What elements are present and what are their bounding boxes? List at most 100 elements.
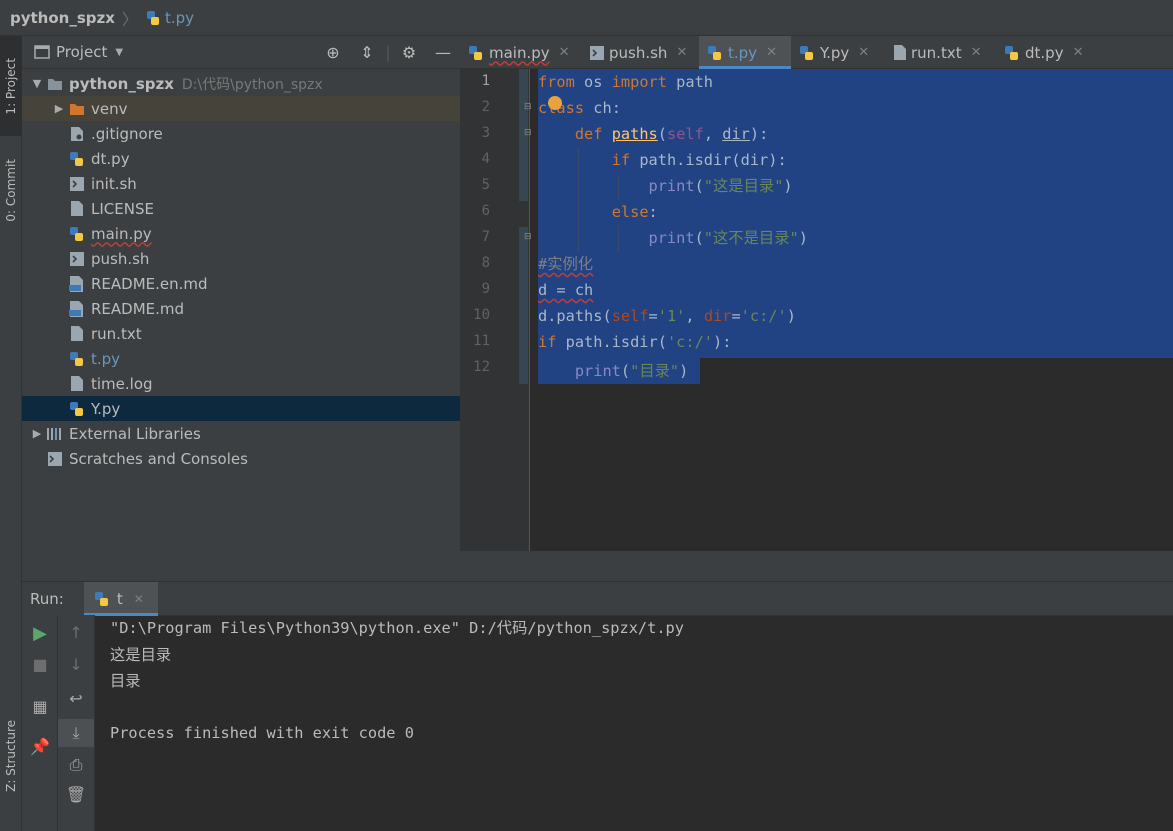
layout-icon[interactable]: ▦ bbox=[22, 697, 58, 716]
code-token: dir bbox=[722, 125, 750, 143]
soft-wrap-icon[interactable]: ↩ bbox=[58, 689, 94, 708]
code-token: ) bbox=[679, 362, 689, 380]
tree-label: push.sh bbox=[91, 249, 150, 268]
collapse-all-icon[interactable]: ⇕ bbox=[350, 43, 384, 62]
code-token: else bbox=[611, 203, 649, 221]
code-token: path.isdir( bbox=[556, 333, 667, 351]
tree-row-root[interactable]: ▼ python_spzx D:\代码\python_spzx bbox=[22, 71, 460, 96]
trash-icon[interactable]: 🗑 bbox=[58, 785, 94, 804]
editor-tab-label: t.py bbox=[728, 43, 758, 62]
tree-label: Scratches and Consoles bbox=[69, 449, 248, 468]
pin-icon[interactable]: 📌 bbox=[22, 737, 58, 756]
chevron-right-icon[interactable]: ▶ bbox=[50, 102, 68, 115]
editor-tab-main-py[interactable]: main.py ✕ bbox=[460, 36, 582, 69]
run-tab-t[interactable]: t ✕ bbox=[83, 581, 158, 616]
tree-row-scratches[interactable]: Scratches and Consoles bbox=[22, 446, 460, 471]
python-icon bbox=[800, 45, 813, 60]
hide-icon[interactable]: — bbox=[426, 43, 460, 62]
project-panel-title[interactable]: Project bbox=[56, 43, 107, 61]
editor-tab-dt-py[interactable]: dt.py ✕ bbox=[996, 36, 1096, 69]
close-icon[interactable]: ✕ bbox=[971, 45, 982, 60]
chevron-right-icon[interactable]: ▶ bbox=[28, 427, 46, 440]
project-tool-tab[interactable]: 1: Project bbox=[0, 36, 22, 136]
close-icon[interactable]: ✕ bbox=[1073, 45, 1084, 60]
close-icon[interactable]: ✕ bbox=[766, 45, 777, 60]
gear-icon[interactable]: ⚙ bbox=[392, 43, 426, 62]
line-number: 5 bbox=[481, 177, 490, 193]
tree-row-gitignore[interactable]: .gitignore bbox=[22, 121, 460, 146]
tree-row-init-sh[interactable]: init.sh bbox=[22, 171, 460, 196]
project-view-icon bbox=[34, 45, 50, 59]
run-panel-title: Run: bbox=[30, 589, 64, 608]
close-icon[interactable]: ✕ bbox=[858, 45, 869, 60]
tree-row-readme-en[interactable]: README.en.md bbox=[22, 271, 460, 296]
print-icon[interactable]: ⎙ bbox=[58, 755, 94, 775]
intention-bulb-icon[interactable] bbox=[548, 96, 562, 110]
code-token: ( bbox=[694, 177, 704, 195]
code-token: dir bbox=[703, 307, 732, 325]
tree-row-license[interactable]: LICENSE bbox=[22, 196, 460, 221]
code-token: self bbox=[611, 307, 649, 325]
run-panel-header: Run: t ✕ bbox=[22, 581, 1173, 616]
console-line: 这是目录 bbox=[110, 646, 172, 664]
editor-breadcrumb-strip bbox=[460, 551, 1173, 581]
code-token: , bbox=[703, 125, 723, 143]
code-token: paths bbox=[611, 125, 658, 143]
rerun-play-icon[interactable]: ▶ bbox=[22, 623, 58, 644]
close-icon[interactable]: ✕ bbox=[559, 45, 570, 60]
commit-tool-tab[interactable]: 0: Commit bbox=[0, 144, 22, 236]
editor-tab-y-py[interactable]: Y.py ✕ bbox=[791, 36, 886, 69]
tree-row-readme[interactable]: README.md bbox=[22, 296, 460, 321]
arrow-up-icon[interactable]: ↑ bbox=[58, 623, 94, 642]
chevron-down-icon[interactable]: ▼ bbox=[28, 77, 46, 90]
arrow-down-icon[interactable]: ↓ bbox=[58, 655, 94, 674]
line-number: 9 bbox=[481, 281, 490, 297]
python-icon bbox=[469, 45, 482, 60]
scroll-to-end-icon[interactable]: ⤓ bbox=[58, 719, 94, 747]
code-line-12: print("目录") bbox=[538, 358, 689, 384]
tree-row-push-sh[interactable]: push.sh bbox=[22, 246, 460, 271]
tree-row-run-txt[interactable]: run.txt bbox=[22, 321, 460, 346]
tree-row-t-py[interactable]: t.py bbox=[22, 346, 460, 371]
breadcrumb-file[interactable]: t.py bbox=[145, 9, 194, 27]
code-token: self bbox=[666, 125, 704, 143]
code-token: 'c:/' bbox=[740, 307, 787, 325]
tree-row-venv[interactable]: ▶ venv bbox=[22, 96, 460, 121]
python-icon bbox=[146, 10, 159, 25]
close-icon[interactable]: ✕ bbox=[134, 592, 144, 606]
editor-tab-run-txt[interactable]: run.txt ✕ bbox=[886, 36, 996, 69]
editor-tab-t-py[interactable]: t.py ✕ bbox=[699, 36, 791, 69]
tree-label: venv bbox=[91, 99, 128, 118]
tree-row-y-py[interactable]: Y.py bbox=[22, 396, 460, 421]
line-number: 6 bbox=[481, 203, 490, 219]
vcs-change-marker[interactable] bbox=[519, 227, 528, 384]
stop-icon[interactable]: ■ bbox=[22, 655, 58, 674]
structure-tool-tab[interactable]: Z: Structure bbox=[0, 704, 22, 808]
code-token: "这不是目录" bbox=[703, 229, 799, 247]
python-icon bbox=[708, 45, 721, 60]
tree-label: External Libraries bbox=[69, 424, 201, 443]
code-token: ): bbox=[713, 333, 732, 351]
tree-row-main-py[interactable]: main.py bbox=[22, 221, 460, 246]
line-number: 12 bbox=[473, 359, 490, 375]
code-token: , bbox=[685, 307, 704, 325]
locate-icon[interactable]: ⊕ bbox=[316, 43, 350, 62]
divider: | bbox=[385, 43, 391, 62]
tree-row-time-log[interactable]: time.log bbox=[22, 371, 460, 396]
commit-tool-tab-label: 0: Commit bbox=[4, 158, 18, 222]
code-token: print bbox=[648, 177, 695, 195]
close-icon[interactable]: ✕ bbox=[676, 45, 687, 60]
breadcrumb-project[interactable]: python_spzx bbox=[10, 9, 115, 27]
tree-row-dt-py[interactable]: dt.py bbox=[22, 146, 460, 171]
tree-label: README.md bbox=[91, 299, 185, 318]
tree-label: .gitignore bbox=[91, 124, 163, 143]
python-icon bbox=[68, 226, 86, 242]
tree-row-external-libraries[interactable]: ▶ External Libraries bbox=[22, 421, 460, 446]
chevron-down-icon[interactable]: ▼ bbox=[115, 47, 123, 58]
editor-tab-label: main.py bbox=[489, 43, 550, 62]
tree-label: LICENSE bbox=[91, 199, 154, 218]
tree-label: init.sh bbox=[91, 174, 137, 193]
code-line-3: def paths(self, dir): bbox=[538, 121, 768, 147]
editor-tab-push-sh[interactable]: push.sh ✕ bbox=[582, 36, 699, 69]
code-line-10: d.paths(self='1', dir='c:/') bbox=[538, 303, 796, 329]
